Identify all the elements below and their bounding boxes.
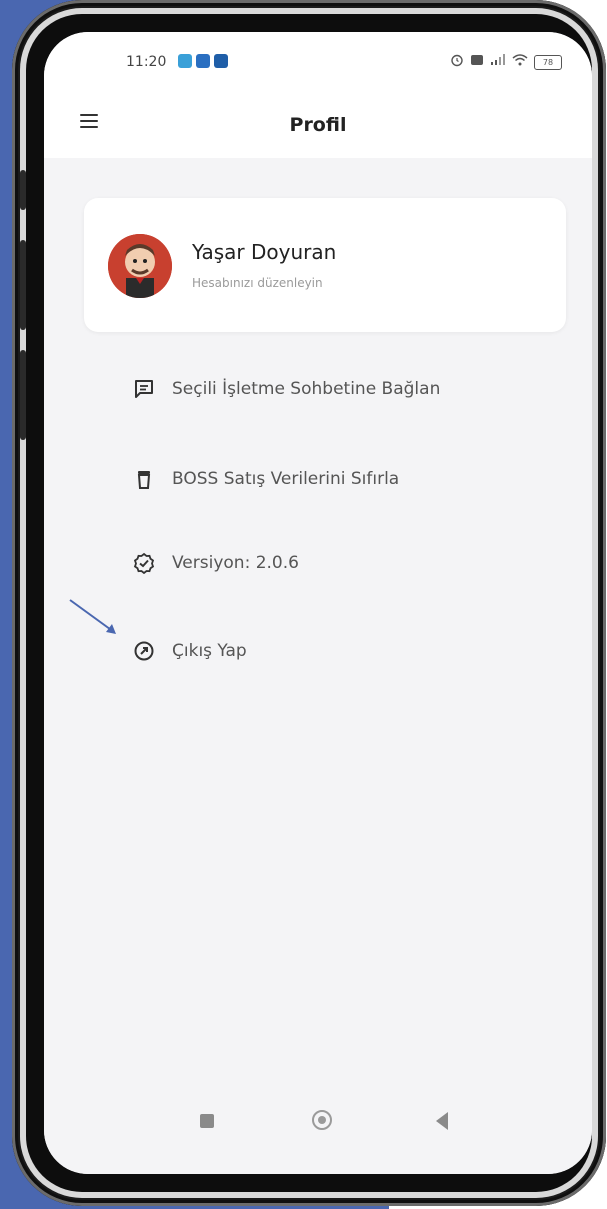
home-button[interactable] (312, 1110, 332, 1130)
version-text: Versiyon: 2.0.6 (172, 553, 299, 573)
menu-item-version: Versiyon: 2.0.6 (132, 548, 299, 578)
alarm-icon (450, 53, 464, 71)
nfc-icon (470, 54, 484, 70)
messaging-icon (214, 54, 228, 68)
phone-side-button (20, 240, 26, 330)
profile-name: Yaşar Doyuran (192, 240, 337, 264)
status-system-icons: 78 (450, 53, 562, 71)
app-bar: Profil (44, 92, 592, 158)
phone-side-button (20, 170, 26, 210)
recents-button[interactable] (200, 1114, 214, 1128)
menu-item-label: Seçili İşletme Sohbetine Bağlan (172, 379, 441, 399)
verified-badge-icon (132, 551, 156, 575)
linkedin-icon (196, 54, 210, 68)
system-nav-bar (44, 1088, 592, 1174)
phone-screen: 11:20 78 Profil Yaşar Doyuran Hesabınızı… (44, 32, 592, 1174)
battery-icon: 78 (534, 54, 562, 70)
menu-item-logout[interactable]: Çıkış Yap (132, 636, 247, 666)
status-bar: 11:20 78 (44, 32, 592, 92)
wifi-icon (512, 54, 528, 70)
signal-icon (490, 54, 506, 70)
profile-edit-link: Hesabınızı düzenleyin (192, 276, 323, 290)
back-button[interactable] (436, 1112, 448, 1130)
annotation-arrow-icon (69, 599, 116, 634)
trash-icon (132, 467, 156, 491)
menu-item-label: Çıkış Yap (172, 641, 247, 661)
menu-item-reset-sales-data[interactable]: BOSS Satış Verilerini Sıfırla (132, 464, 399, 494)
avatar (108, 234, 172, 298)
status-time: 11:20 (126, 54, 167, 70)
profile-card[interactable]: Yaşar Doyuran Hesabınızı düzenleyin (84, 198, 566, 332)
menu-item-label: BOSS Satış Verilerini Sıfırla (172, 469, 400, 489)
exit-arrow-icon (132, 639, 156, 663)
page-title: Profil (289, 114, 347, 136)
chat-bubble-icon (132, 377, 156, 401)
chat-app-icon (178, 54, 192, 68)
status-notification-icons (178, 54, 228, 68)
phone-side-button (20, 350, 26, 440)
menu-item-connect-business-chat[interactable]: Seçili İşletme Sohbetine Bağlan (132, 374, 440, 404)
